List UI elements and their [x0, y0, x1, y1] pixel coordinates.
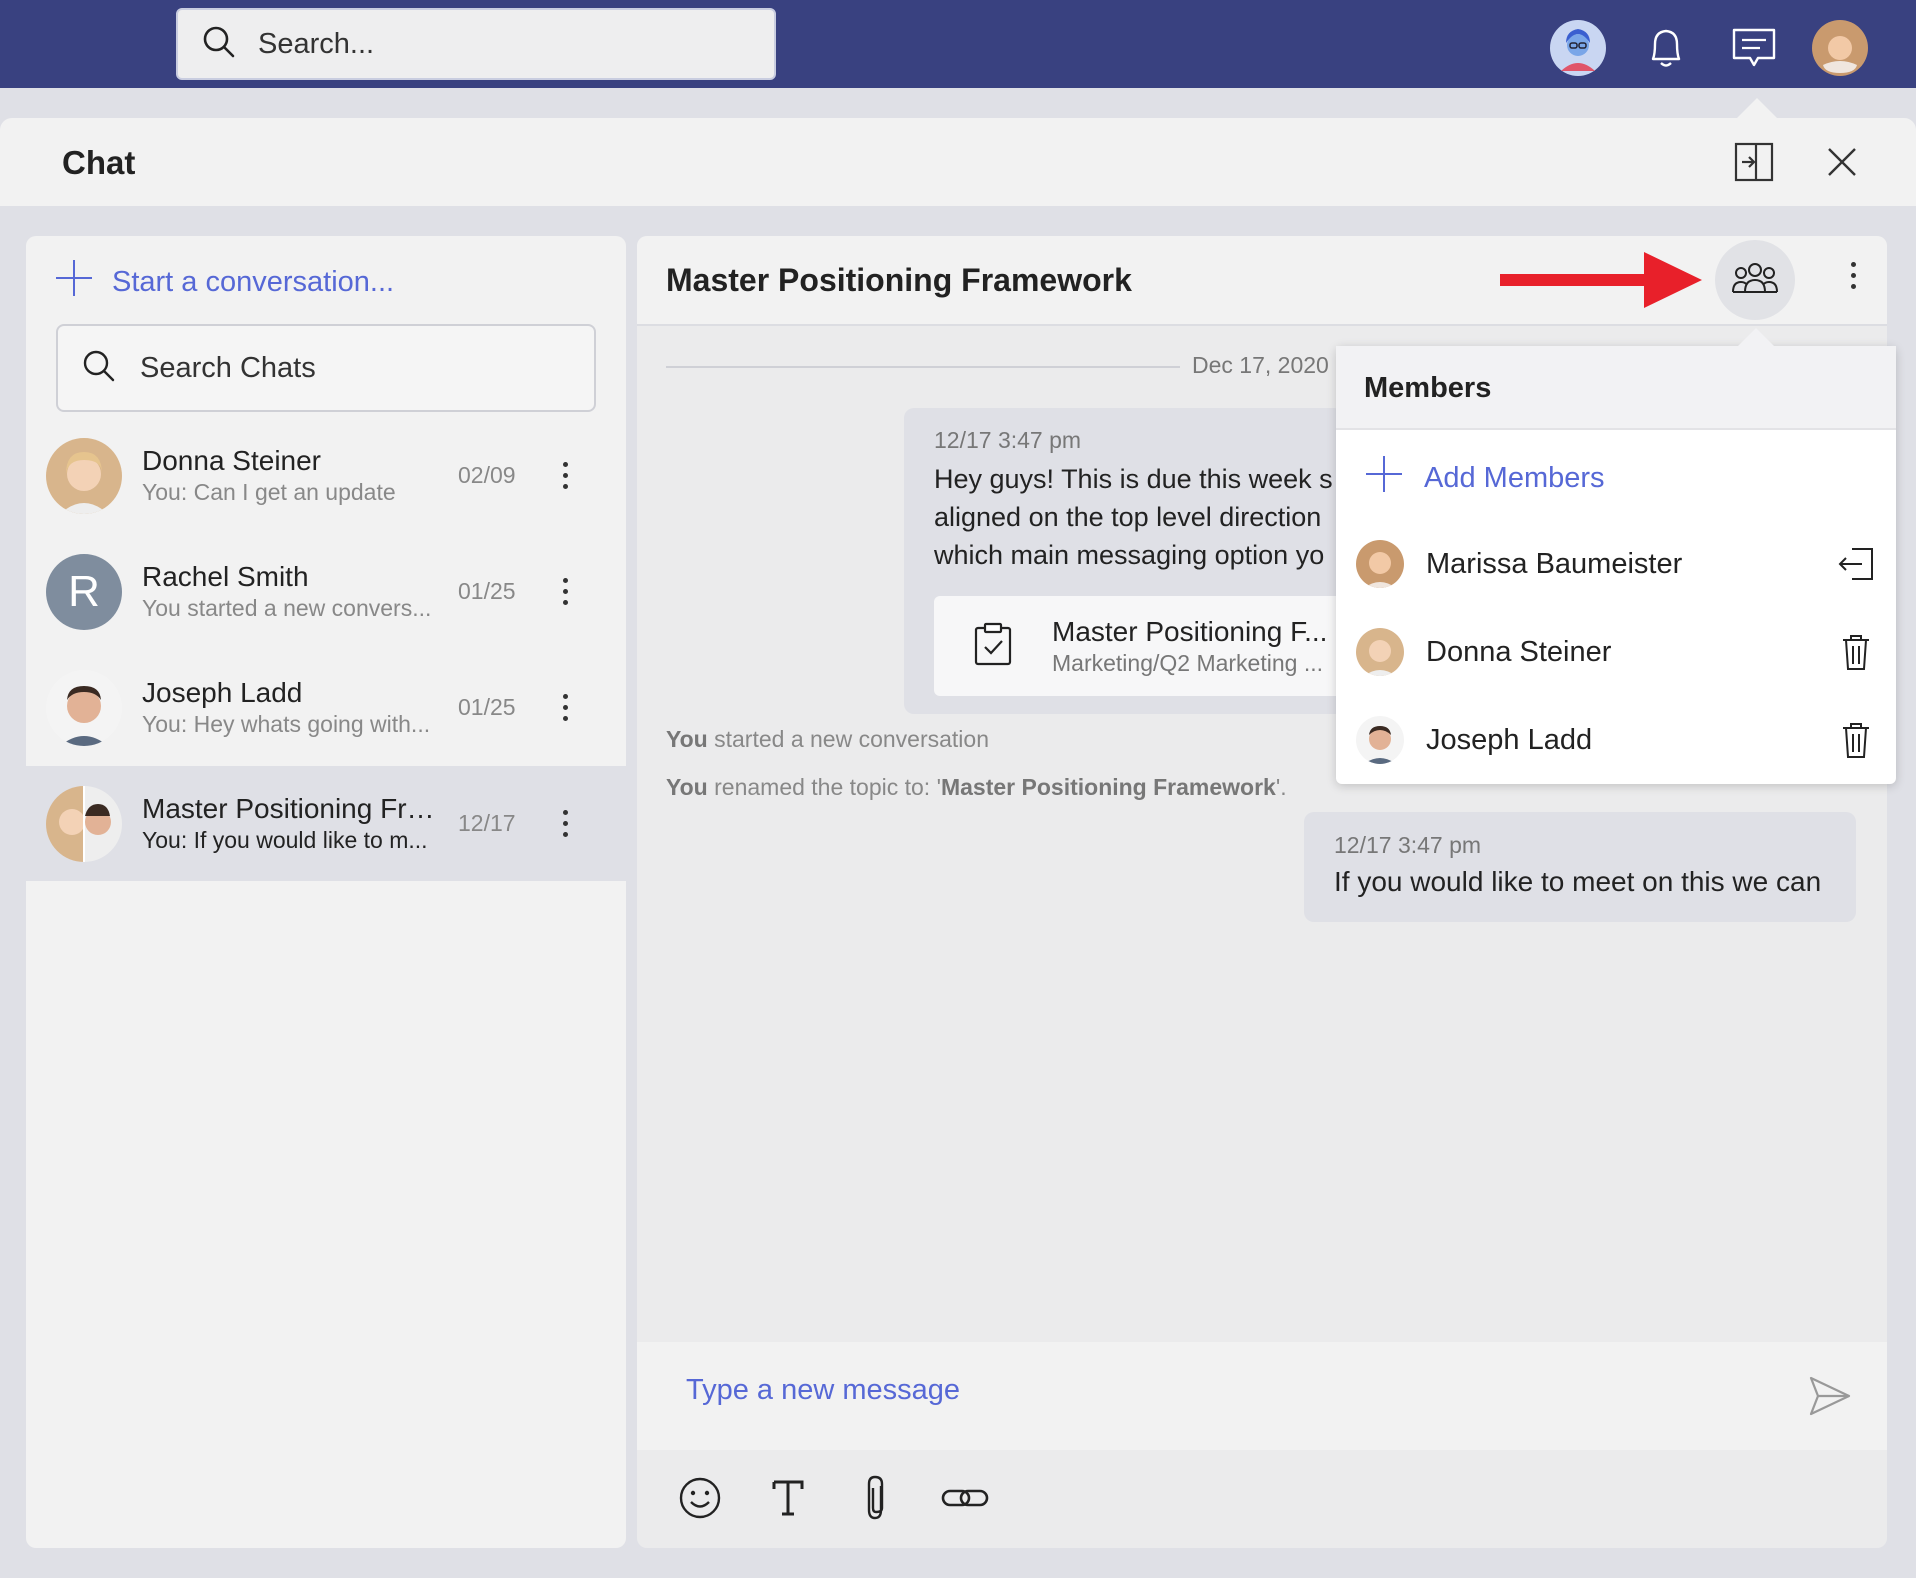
- chat-list-item-active[interactable]: Master Positioning Fra... You: If you wo…: [26, 766, 626, 881]
- member-name: Donna Steiner: [1426, 635, 1612, 668]
- system-actor: You: [666, 726, 708, 752]
- chat-date: 12/17: [458, 810, 516, 836]
- chat-list-item[interactable]: R Rachel Smith You started a new convers…: [26, 534, 626, 649]
- date-divider-line: [666, 366, 1180, 368]
- attachment-path: Marketing/Q2 Marketing ...: [1052, 649, 1323, 676]
- attachment-name: Master Positioning F...: [1052, 615, 1328, 647]
- chat-name: Joseph Ladd: [142, 677, 303, 708]
- message-timestamp: 12/17 3:47 pm: [934, 427, 1082, 453]
- search-chats-placeholder: Search Chats: [140, 351, 316, 384]
- chat-date: 01/25: [458, 578, 516, 604]
- global-search-input[interactable]: Search...: [176, 8, 776, 80]
- more-options-icon[interactable]: [550, 694, 580, 721]
- start-conversation-button[interactable]: Start a conversation...: [54, 258, 394, 306]
- system-actor: You: [666, 774, 708, 800]
- date-divider: Dec 17, 2020: [1192, 352, 1329, 378]
- group-avatar: [46, 785, 122, 862]
- member-name: Joseph Ladd: [1426, 723, 1593, 756]
- avatar: [1356, 540, 1404, 588]
- trash-icon[interactable]: [1836, 720, 1876, 760]
- avatar-initial: R: [68, 566, 100, 616]
- plus-icon: [54, 258, 94, 306]
- red-arrow-annotation: [1498, 248, 1704, 317]
- send-icon[interactable]: [1808, 1374, 1852, 1423]
- avatar: [1356, 716, 1404, 764]
- message-text: If you would like to meet on this we can: [1334, 866, 1822, 897]
- member-row: Donna Steiner: [1336, 608, 1896, 696]
- message-timestamp: 12/17 3:47 pm: [1334, 832, 1482, 858]
- message-line: aligned on the top level direction: [934, 502, 1322, 532]
- start-conversation-label: Start a conversation...: [112, 265, 395, 298]
- trash-icon[interactable]: [1836, 632, 1876, 672]
- system-message: You started a new conversation: [666, 726, 989, 753]
- message-line: which main messaging option yo: [934, 540, 1325, 570]
- chat-name: Rachel Smith: [142, 561, 309, 592]
- chat-date: 02/09: [458, 462, 516, 488]
- system-message: You renamed the topic to: 'Master Positi…: [666, 774, 1287, 801]
- dock-panel-icon[interactable]: [1734, 142, 1774, 187]
- text-format-icon[interactable]: [764, 1474, 812, 1522]
- chat-date: 01/25: [458, 694, 516, 720]
- more-options-icon[interactable]: [550, 810, 580, 837]
- chat-preview: You: Can I get an update: [142, 479, 396, 505]
- search-icon: [82, 349, 116, 388]
- attachment-card[interactable]: Master Positioning F... Marketing/Q2 Mar…: [934, 596, 1354, 696]
- chat-name: Master Positioning Fra...: [142, 793, 442, 824]
- avatar: [46, 437, 122, 514]
- conversation-title: Master Positioning Framework: [666, 262, 1132, 298]
- add-members-label: Add Members: [1424, 461, 1605, 494]
- chat-panel-header: [0, 118, 1916, 206]
- more-options-icon[interactable]: [550, 578, 580, 605]
- group-members-icon: [1732, 261, 1778, 300]
- user-avatar[interactable]: [1810, 18, 1870, 78]
- message-input-placeholder[interactable]: Type a new message: [686, 1374, 960, 1407]
- search-icon: [202, 25, 236, 64]
- link-icon[interactable]: [940, 1474, 990, 1522]
- chat-icon[interactable]: [1724, 18, 1784, 78]
- system-topic: Master Positioning Framework: [940, 774, 1276, 800]
- close-icon[interactable]: [1826, 146, 1858, 183]
- system-text-end: '.: [1275, 774, 1287, 800]
- conversation-more-icon[interactable]: [1838, 262, 1868, 289]
- member-row: Marissa Baumeister: [1336, 520, 1896, 608]
- leave-icon[interactable]: [1836, 544, 1876, 584]
- assistant-avatar-icon[interactable]: [1548, 18, 1608, 78]
- global-search-placeholder: Search...: [258, 27, 375, 60]
- chat-name: Donna Steiner: [142, 445, 322, 476]
- emoji-icon[interactable]: [676, 1474, 724, 1522]
- chat-preview: You: If you would like to m...: [142, 827, 428, 853]
- member-name: Marissa Baumeister: [1426, 547, 1683, 580]
- attach-icon[interactable]: [852, 1474, 900, 1522]
- chat-list-item[interactable]: Joseph Ladd You: Hey whats going with...…: [26, 650, 626, 765]
- more-options-icon[interactable]: [550, 462, 580, 489]
- chat-preview: You: Hey whats going with...: [142, 711, 431, 737]
- message-line: Hey guys! This is due this week s: [934, 464, 1333, 494]
- popover-pointer: [1736, 328, 1776, 348]
- avatar: [1356, 628, 1404, 676]
- panel-title: Chat: [62, 144, 136, 181]
- members-title: Members: [1364, 372, 1492, 404]
- search-chats-input[interactable]: Search Chats: [56, 324, 596, 412]
- clipboard-check-icon: [974, 622, 1012, 671]
- panel-pointer: [1737, 98, 1777, 118]
- message-text: Hey guys! This is due this week s aligne…: [934, 460, 1344, 574]
- member-row: Joseph Ladd: [1336, 696, 1896, 784]
- avatar: [46, 669, 122, 746]
- plus-icon: [1364, 454, 1404, 502]
- system-text: renamed the topic to: ': [707, 774, 941, 800]
- members-button[interactable]: [1715, 240, 1795, 320]
- chat-list-item[interactable]: Donna Steiner You: Can I get an update 0…: [26, 418, 626, 533]
- chat-preview: You started a new convers...: [142, 595, 432, 621]
- add-members-button[interactable]: Add Members: [1364, 454, 1605, 502]
- system-text: started a new conversation: [707, 726, 990, 752]
- avatar: R: [46, 553, 122, 630]
- bell-icon[interactable]: [1636, 18, 1696, 78]
